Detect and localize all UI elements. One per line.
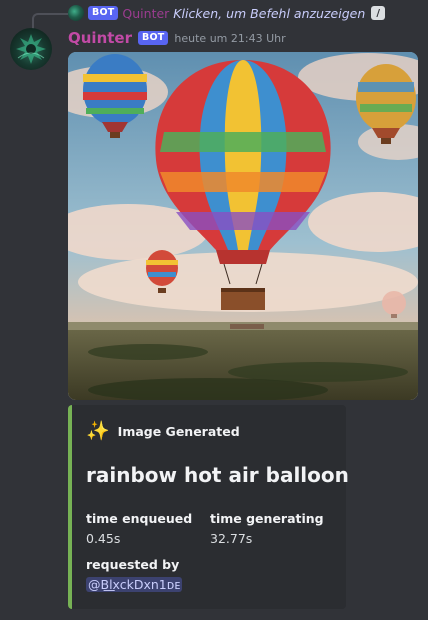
hot-air-balloon-image (68, 52, 418, 400)
reply-username[interactable]: Quinter (122, 6, 169, 21)
embed-author: ✨ Image Generated (86, 421, 240, 441)
field-time-generating-label: time generating (210, 511, 324, 526)
embed-title: rainbow hot air balloon (86, 463, 349, 487)
reply-reference[interactable]: BOT Quinter Klicken, um Befehl anzuzeige… (68, 4, 386, 22)
slash-command-icon: / (371, 6, 386, 20)
reply-bot-tag: BOT (88, 6, 119, 20)
reply-connector (32, 13, 68, 29)
embed-author-name: Image Generated (117, 423, 240, 439)
message-username[interactable]: Quinter (68, 29, 132, 47)
reply-avatar[interactable] (68, 5, 84, 21)
avatar[interactable] (10, 28, 52, 70)
generated-image[interactable] (68, 52, 418, 400)
user-mention[interactable]: @B͟lxckDxn1ᴅᴇ (86, 577, 183, 592)
message-timestamp[interactable]: heute um 21:43 Uhr (174, 32, 285, 45)
field-time-enqueued-value: 0.45s (86, 531, 121, 546)
field-requested-by-label: requested by (86, 557, 180, 572)
field-time-enqueued-label: time enqueued (86, 511, 193, 526)
reply-command-hint[interactable]: Klicken, um Befehl anzuzeigen (173, 6, 365, 21)
message-header: Quinter BOT heute um 21:43 Uhr (68, 28, 286, 48)
bot-tag: BOT (138, 31, 169, 45)
field-time-generating-value: 32.77s (210, 531, 253, 546)
sparkles-icon: ✨ (86, 420, 110, 442)
field-requested-by-value: @B͟lxckDxn1ᴅᴇ (86, 577, 183, 592)
embed-card: ✨ Image Generated rainbow hot air balloo… (68, 405, 349, 609)
